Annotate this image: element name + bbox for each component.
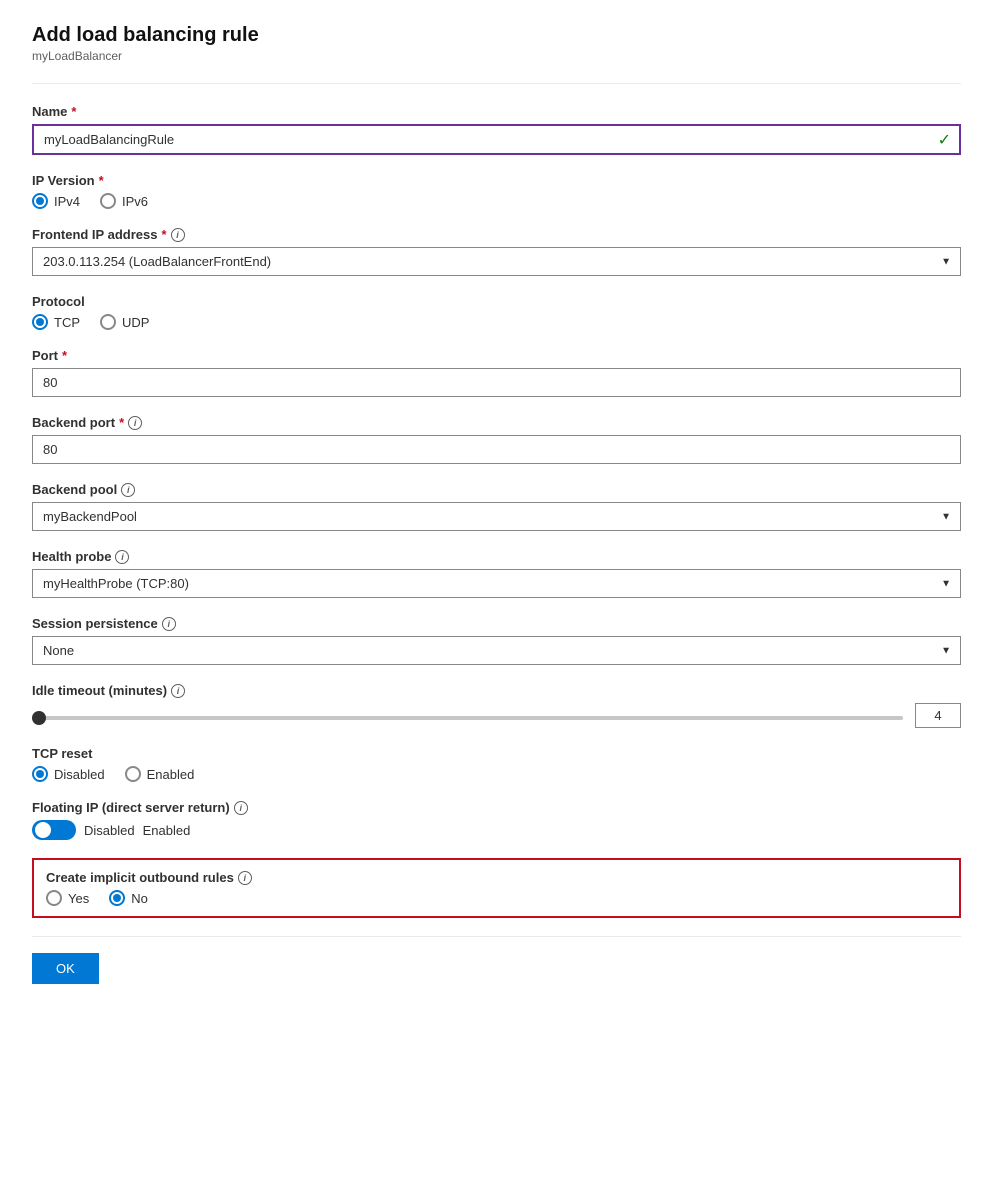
frontend-ip-info-icon[interactable]: i (171, 228, 185, 242)
ip-version-ipv4-option[interactable]: IPv4 (32, 193, 80, 209)
protocol-tcp-radio[interactable] (32, 314, 48, 330)
health-probe-select-wrapper: myHealthProbe (TCP:80) ▼ (32, 569, 961, 598)
ip-version-ipv4-radio[interactable] (32, 193, 48, 209)
backend-port-label: Backend port * i (32, 415, 961, 430)
health-probe-select[interactable]: myHealthProbe (TCP:80) (32, 569, 961, 598)
session-persistence-field-group: Session persistence i None ▼ (32, 616, 961, 665)
tcp-reset-disabled-radio[interactable] (32, 766, 48, 782)
floating-ip-info-icon[interactable]: i (234, 801, 248, 815)
backend-pool-field-group: Backend pool i myBackendPool ▼ (32, 482, 961, 531)
required-star: * (71, 104, 76, 119)
implicit-outbound-label: Create implicit outbound rules i (46, 870, 947, 885)
ip-version-radio-group: IPv4 IPv6 (32, 193, 961, 209)
session-persistence-label: Session persistence i (32, 616, 961, 631)
name-field-group: Name * ✓ (32, 104, 961, 155)
implicit-outbound-yes-label: Yes (68, 891, 89, 906)
port-field-group: Port * (32, 348, 961, 397)
protocol-udp-label: UDP (122, 315, 149, 330)
frontend-ip-select[interactable]: 203.0.113.254 (LoadBalancerFrontEnd) (32, 247, 961, 276)
floating-ip-label: Floating IP (direct server return) i (32, 800, 961, 815)
idle-timeout-value: 4 (915, 703, 961, 728)
tcp-reset-enabled-label: Enabled (147, 767, 195, 782)
idle-timeout-field-group: Idle timeout (minutes) i 4 (32, 683, 961, 728)
backend-port-field-group: Backend port * i (32, 415, 961, 464)
session-persistence-select[interactable]: None (32, 636, 961, 665)
implicit-outbound-no-label: No (131, 891, 148, 906)
checkmark-icon: ✓ (938, 130, 951, 150)
page-subtitle: myLoadBalancer (32, 49, 961, 63)
idle-timeout-info-icon[interactable]: i (171, 684, 185, 698)
name-label: Name * (32, 104, 961, 119)
session-persistence-select-wrapper: None ▼ (32, 636, 961, 665)
tcp-reset-field-group: TCP reset Disabled Enabled (32, 746, 961, 782)
protocol-udp-radio[interactable] (100, 314, 116, 330)
frontend-ip-label: Frontend IP address * i (32, 227, 961, 242)
backend-port-input[interactable] (32, 435, 961, 464)
ip-version-label: IP Version * (32, 173, 961, 188)
ip-version-required-star: * (99, 173, 104, 188)
ip-version-ipv6-radio[interactable] (100, 193, 116, 209)
name-input-wrapper: ✓ (32, 124, 961, 155)
tcp-reset-enabled-radio[interactable] (125, 766, 141, 782)
ip-version-ipv6-option[interactable]: IPv6 (100, 193, 148, 209)
ip-version-ipv6-label: IPv6 (122, 194, 148, 209)
implicit-outbound-info-icon[interactable]: i (238, 871, 252, 885)
implicit-outbound-no-option[interactable]: No (109, 890, 148, 906)
protocol-label: Protocol (32, 294, 961, 309)
implicit-outbound-yes-option[interactable]: Yes (46, 890, 89, 906)
tcp-reset-radio-group: Disabled Enabled (32, 766, 961, 782)
protocol-tcp-option[interactable]: TCP (32, 314, 80, 330)
protocol-udp-option[interactable]: UDP (100, 314, 149, 330)
floating-ip-enabled-label: Enabled (143, 823, 191, 838)
name-input[interactable] (32, 124, 961, 155)
backend-pool-info-icon[interactable]: i (121, 483, 135, 497)
tcp-reset-label: TCP reset (32, 746, 961, 761)
implicit-outbound-no-radio[interactable] (109, 890, 125, 906)
tcp-reset-disabled-label: Disabled (54, 767, 105, 782)
frontend-ip-select-wrapper: 203.0.113.254 (LoadBalancerFrontEnd) ▼ (32, 247, 961, 276)
backend-port-info-icon[interactable]: i (128, 416, 142, 430)
implicit-outbound-yes-radio[interactable] (46, 890, 62, 906)
port-input[interactable] (32, 368, 961, 397)
idle-timeout-label: Idle timeout (minutes) i (32, 683, 961, 698)
ip-version-field-group: IP Version * IPv4 IPv6 (32, 173, 961, 209)
backend-port-required-star: * (119, 415, 124, 430)
health-probe-info-icon[interactable]: i (115, 550, 129, 564)
backend-pool-select[interactable]: myBackendPool (32, 502, 961, 531)
floating-ip-toggle[interactable] (32, 820, 76, 840)
protocol-field-group: Protocol TCP UDP (32, 294, 961, 330)
page-title: Add load balancing rule (32, 24, 961, 47)
port-required-star: * (62, 348, 67, 363)
health-probe-field-group: Health probe i myHealthProbe (TCP:80) ▼ (32, 549, 961, 598)
floating-ip-toggle-thumb (35, 822, 51, 838)
floating-ip-field-group: Floating IP (direct server return) i Dis… (32, 800, 961, 840)
floating-ip-toggle-group: Disabled Enabled (32, 820, 961, 840)
port-label: Port * (32, 348, 961, 363)
idle-timeout-slider-row: 4 (32, 703, 961, 728)
ip-version-ipv4-label: IPv4 (54, 194, 80, 209)
session-persistence-info-icon[interactable]: i (162, 617, 176, 631)
protocol-tcp-label: TCP (54, 315, 80, 330)
frontend-ip-required-star: * (161, 227, 166, 242)
backend-pool-label: Backend pool i (32, 482, 961, 497)
idle-timeout-slider-wrapper (32, 708, 903, 723)
backend-pool-select-wrapper: myBackendPool ▼ (32, 502, 961, 531)
frontend-ip-field-group: Frontend IP address * i 203.0.113.254 (L… (32, 227, 961, 276)
implicit-outbound-radio-group: Yes No (46, 890, 947, 906)
floating-ip-disabled-label: Disabled (84, 823, 135, 838)
tcp-reset-disabled-option[interactable]: Disabled (32, 766, 105, 782)
ok-button[interactable]: OK (32, 953, 99, 984)
protocol-radio-group: TCP UDP (32, 314, 961, 330)
health-probe-label: Health probe i (32, 549, 961, 564)
idle-timeout-slider[interactable] (32, 716, 903, 720)
implicit-outbound-section: Create implicit outbound rules i Yes No (32, 858, 961, 918)
tcp-reset-enabled-option[interactable]: Enabled (125, 766, 195, 782)
